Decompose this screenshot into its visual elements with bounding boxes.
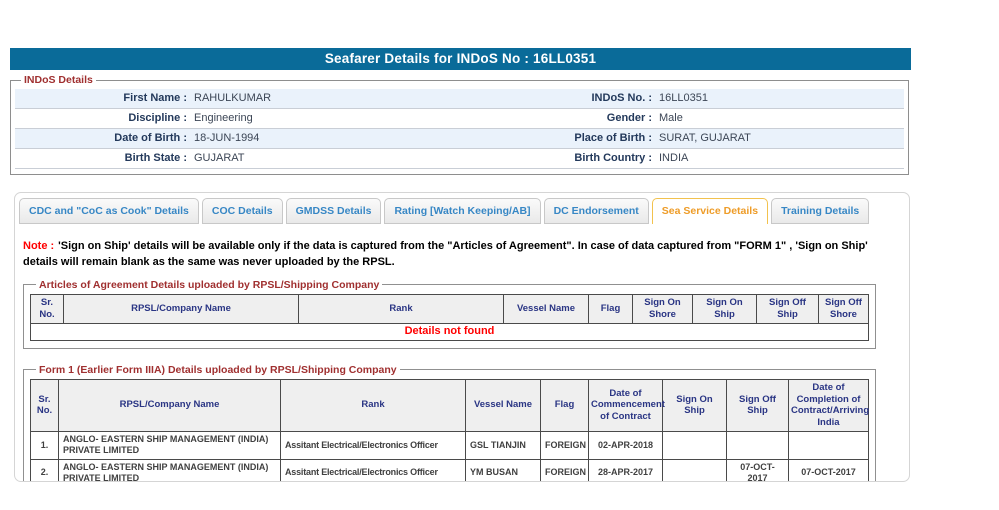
column-header-sign-on-shore: Sign On Shore [632,293,693,324]
table-cell: 07-OCT-2017 [726,458,789,481]
column-header-rank: Rank [280,378,466,433]
agreement-fieldset: Articles of Agreement Details uploaded b… [23,278,876,349]
form1-legend: Form 1 (Earlier Form IIIA) Details uploa… [39,363,397,376]
tab-coc-details[interactable]: COC Details [201,198,283,224]
details-row: Birth State : GUJARAT Birth Country : IN… [15,149,904,169]
agreement-legend: Articles of Agreement Details uploaded b… [39,278,380,291]
table-cell [662,458,727,481]
gender-value: Male [659,112,683,124]
content-panel: CDC and "CoC as Cook" Details COC Details… [14,192,910,482]
column-header-rank: Rank [298,293,504,324]
birth-country-value: INDIA [659,152,689,164]
form1-table-body: 1. ANGLO- EASTERN SHIP MANAGEMENT (INDIA)… [30,431,869,481]
column-header-sign-on-ship: Sign On Ship [662,378,727,433]
table-cell: 2. [30,458,59,481]
form1-fieldset: Form 1 (Earlier Form IIIA) Details uploa… [23,363,876,481]
table-cell: 28-APR-2017 [588,458,663,481]
table-row: 1. ANGLO- EASTERN SHIP MANAGEMENT (INDIA)… [30,431,869,460]
page: Seafarer Details for INDoS No : 16LL0351… [0,48,999,510]
birth-state-value: GUJARAT [194,152,245,164]
column-header-sr-no: Sr. No. [30,293,64,324]
page-title: Seafarer Details for INDoS No : 16LL0351 [10,48,911,70]
agreement-table: Sr. No. RPSL/Company Name Rank Vessel Name F… [30,293,869,341]
column-header-flag: Flag [540,378,589,433]
tab-rating-watch-keeping-ab[interactable]: Rating [Watch Keeping/AB] [384,198,541,224]
indos-no-label: INDoS No. : [591,92,653,104]
column-header-sign-off-ship: Sign Off Ship [726,378,789,433]
details-row: Discipline : Engineering Gender : Male [15,109,904,129]
agreement-table-body: Details not found [30,322,869,341]
table-cell: 07-OCT-2017 [788,458,869,481]
form1-table: Sr. No. RPSL/Company Name Rank Vessel Name F… [30,378,869,481]
column-header-sign-on-ship: Sign On Ship [692,293,757,324]
birth-country-label: Birth Country : [574,152,652,164]
date-of-birth-value: 18-JUN-1994 [194,132,260,144]
place-of-birth-label: Place of Birth : [574,132,652,144]
table-cell: FOREIGN [540,431,589,460]
table-cell: ANGLO- EASTERN SHIP MANAGEMENT (INDIA) P… [58,458,281,481]
place-of-birth-value: SURAT, GUJARAT [659,132,751,144]
table-row: 2. ANGLO- EASTERN SHIP MANAGEMENT (INDIA)… [30,458,869,481]
discipline-value: Engineering [194,112,253,124]
table-cell: 02-APR-2018 [588,431,663,460]
column-header-rpsl-company-name: RPSL/Company Name [58,378,281,433]
tab-sea-service-details[interactable]: Sea Service Details [651,198,769,224]
gender-label: Gender : [606,112,652,124]
empty-message: Details not found [30,322,869,341]
column-header-vessel-name: Vessel Name [465,378,541,433]
column-header-vessel-name: Vessel Name [503,293,589,324]
column-header-sign-off-ship: Sign Off Ship [756,293,819,324]
column-header-sr-no: Sr. No. [30,378,59,433]
date-of-birth-label: Date of Birth : [114,132,187,144]
indos-details-legend: INDoS Details [24,74,93,86]
table-cell [662,431,727,460]
column-header-date-of-completion-of-contract-arriving-india: Date of Completion of Contract/Arriving … [788,378,869,433]
tab-gmdss-details[interactable]: GMDSS Details [285,198,382,224]
birth-state-label: Birth State : [124,152,187,164]
tab-training-details[interactable]: Training Details [771,198,870,224]
column-header-rpsl-company-name: RPSL/Company Name [63,293,299,324]
column-header-flag: Flag [588,293,633,324]
column-header-date-of-commencement-of-contract: Date of Commencement of Contract [588,378,665,433]
table-cell: Assitant Electrical/Electronics Officer [280,431,466,460]
tab-strip: CDC and "CoC as Cook" Details COC Details… [15,193,909,224]
first-name-value: RAHULKUMAR [194,92,272,104]
table-cell [788,431,869,460]
indos-no-value: 16LL0351 [659,92,708,104]
empty-row: Details not found [30,322,869,341]
indos-details-fieldset: INDoS Details First Name : RAHULKUMAR IN… [10,74,909,175]
details-row: First Name : RAHULKUMAR INDoS No. : 16LL… [15,89,904,109]
table-cell [726,431,789,460]
tab-dc-endorsement[interactable]: DC Endorsement [543,198,649,224]
form1-header-row: Sr. No. RPSL/Company Name Rank Vessel Name F… [30,378,869,433]
note-text: 'Sign on Ship' details will be available… [23,240,868,268]
note: Note : 'Sign on Ship' details will be ava… [23,239,897,271]
details-row: Date of Birth : 18-JUN-1994 Place of Bir… [15,129,904,149]
discipline-label: Discipline : [128,112,187,124]
table-cell: FOREIGN [540,458,589,481]
column-header-sign-off-shore: Sign Off Shore [818,293,869,324]
table-cell: YM BUSAN [465,458,541,481]
table-cell: Assitant Electrical/Electronics Officer [280,458,466,481]
first-name-label: First Name : [123,92,187,104]
agreement-header-row: Sr. No. RPSL/Company Name Rank Vessel Name F… [30,293,869,324]
table-cell: GSL TIANJIN [465,431,541,460]
tab-cdc-and-coc-as-cook-details[interactable]: CDC and "CoC as Cook" Details [19,198,199,224]
note-prefix: Note : [23,240,55,252]
table-cell: ANGLO- EASTERN SHIP MANAGEMENT (INDIA) P… [58,431,281,460]
table-cell: 1. [30,431,59,460]
